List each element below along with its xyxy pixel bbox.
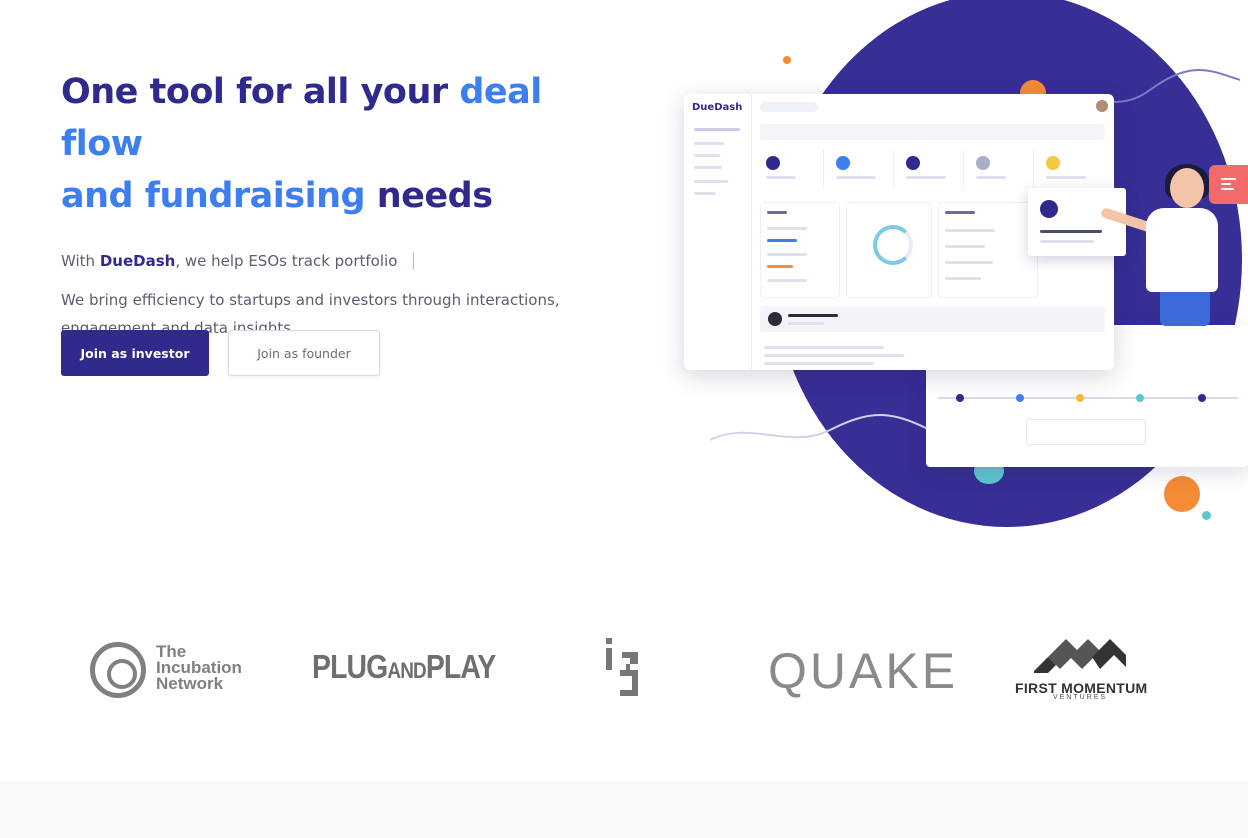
timeline-dot bbox=[1136, 394, 1144, 402]
score-ring bbox=[873, 225, 913, 265]
person-head bbox=[1170, 168, 1204, 208]
person-body bbox=[1146, 208, 1218, 292]
join-investor-button[interactable]: Join as investor bbox=[61, 330, 209, 376]
title-text: One tool for all your bbox=[61, 72, 460, 112]
timeline-event-card bbox=[1026, 419, 1146, 445]
dashboard-sidebar: DueDash bbox=[684, 94, 752, 370]
dashboard-avatar bbox=[1096, 100, 1108, 112]
join-founder-button[interactable]: Join as founder bbox=[228, 330, 380, 376]
score-panel bbox=[846, 202, 932, 298]
incubation-network-logo-icon bbox=[90, 642, 146, 698]
hero-intro: With DueDash, we help ESOs track portfol… bbox=[61, 252, 621, 270]
timeline-dot bbox=[1016, 394, 1024, 402]
ig-logo-icon bbox=[606, 638, 638, 696]
intro-suffix: , we help ESOs track portfolio bbox=[175, 252, 398, 270]
decor-dot bbox=[783, 56, 791, 64]
funds-list-panel bbox=[938, 202, 1038, 298]
company-header-bar bbox=[760, 306, 1105, 332]
incubation-line-3: Network bbox=[156, 674, 224, 693]
menu-icon[interactable] bbox=[1209, 165, 1248, 204]
cta-group: Join as investor Join as founder bbox=[61, 330, 380, 376]
dashboard-progress-strip bbox=[760, 124, 1105, 140]
wave-line bbox=[710, 414, 930, 441]
timeline-dot bbox=[956, 394, 964, 402]
typing-caret bbox=[413, 252, 415, 270]
brand-name: DueDash bbox=[99, 252, 176, 270]
timeline-dot bbox=[1198, 394, 1206, 402]
person-legs bbox=[1160, 286, 1210, 326]
pnp-word-3: PLAY bbox=[425, 648, 497, 685]
hero-title: One tool for all your deal flow and fund… bbox=[61, 66, 621, 222]
timeline-line bbox=[938, 397, 1238, 399]
intro-prefix: With bbox=[61, 252, 96, 270]
first-momentum-subtitle: VENTURES bbox=[1052, 694, 1108, 701]
plug-and-play-logo: PLUGANDPLAY bbox=[312, 648, 497, 686]
decor-dot bbox=[1164, 476, 1200, 512]
dashboard-search bbox=[760, 102, 818, 112]
stats-panel bbox=[760, 202, 840, 298]
title-text-needs: needs bbox=[365, 176, 493, 216]
pnp-word-2: AND bbox=[387, 658, 426, 683]
hero-text: One tool for all your deal flow and fund… bbox=[61, 66, 621, 342]
data-room-icon bbox=[1040, 200, 1058, 218]
next-section-band bbox=[0, 781, 1248, 838]
first-momentum-logo-icon bbox=[1034, 639, 1126, 673]
timeline-dot bbox=[1076, 394, 1084, 402]
data-room-popup bbox=[1028, 188, 1126, 256]
title-accent-fundraising: and fundraising bbox=[61, 176, 366, 216]
quake-logo: QUAKE bbox=[768, 643, 959, 699]
dashboard-logo: DueDash bbox=[692, 102, 743, 113]
pnp-word-1: PLUG bbox=[312, 648, 388, 685]
hero-illustration: DueDash bbox=[660, 0, 1248, 540]
incubation-network-logo: The Incubation Network bbox=[156, 643, 242, 693]
decor-dot bbox=[1202, 511, 1211, 520]
